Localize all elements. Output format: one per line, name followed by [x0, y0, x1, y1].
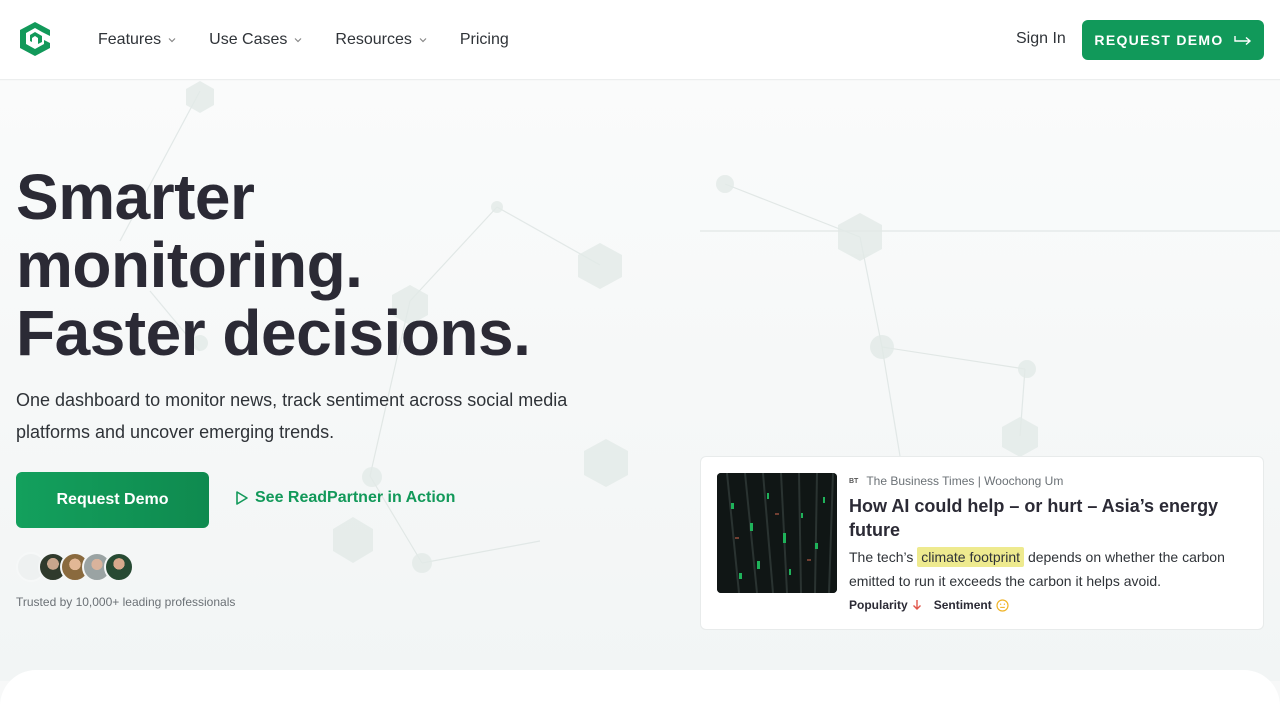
article-title[interactable]: How AI could help – or hurt – Asia’s ene…: [849, 494, 1239, 542]
readpartner-logo-icon[interactable]: [16, 20, 54, 58]
article-metrics: Popularity Sentiment: [849, 598, 1021, 612]
headline-line: Smarter: [16, 161, 255, 233]
neutral-face-icon: [996, 598, 1009, 612]
chevron-down-icon: [168, 38, 176, 43]
menu-item-use-cases[interactable]: Use Cases: [209, 31, 302, 49]
arrow-return-right-icon: [1233, 36, 1251, 45]
metric-label: Sentiment: [933, 598, 992, 612]
main-menu: Features Use Cases Resources Pricing: [98, 0, 542, 80]
play-icon: [236, 491, 248, 505]
customer-avatars: [16, 552, 146, 582]
avatar: [104, 552, 134, 582]
menu-item-features[interactable]: Features: [98, 31, 176, 49]
menu-item-resources[interactable]: Resources: [335, 31, 427, 49]
menu-item-label: Pricing: [459, 31, 509, 48]
menu-item-label: Resources: [335, 31, 412, 48]
chevron-down-icon: [294, 38, 302, 43]
see-in-action-link[interactable]: See ReadPartner in Action: [235, 489, 455, 507]
top-navigation: Features Use Cases Resources Pricing Sig…: [0, 0, 1280, 80]
request-demo-nav-button[interactable]: REQUEST DEMO: [1082, 20, 1264, 60]
source-text: The Business Times | Woochong Um: [866, 474, 1064, 488]
article-thumbnail: [717, 473, 837, 593]
hero-subtext: One dashboard to monitor news, track sen…: [16, 390, 568, 442]
highlighted-keyword: climate footprint: [917, 547, 1025, 567]
headline-line: Faster decisions.: [16, 297, 531, 369]
trusted-by-text: Trusted by 10,000+ leading professionals: [16, 595, 236, 609]
next-section-panel: [0, 670, 1280, 720]
article-description: The tech’s climate footprint depends on …: [849, 545, 1249, 593]
see-in-action-label: See ReadPartner in Action: [255, 489, 456, 506]
hero-headline: Smarter monitoring. Faster decisions.: [16, 163, 636, 367]
menu-item-label: Use Cases: [209, 31, 288, 48]
desc-text: The tech’s: [849, 549, 918, 565]
sentiment-metric: Sentiment: [934, 598, 1009, 612]
menu-item-label: Features: [98, 31, 162, 48]
metric-label: Popularity: [849, 598, 908, 612]
request-demo-nav-label: REQUEST DEMO: [1094, 32, 1224, 48]
request-demo-button[interactable]: Request Demo: [16, 472, 209, 528]
headline-line: monitoring.: [16, 229, 363, 301]
sign-in-link[interactable]: Sign In: [1016, 30, 1066, 48]
arrow-down-icon: [912, 600, 921, 610]
source-logo: BT: [849, 477, 859, 485]
article-source: BT The Business Times | Woochong Um: [849, 474, 1063, 488]
menu-item-pricing[interactable]: Pricing: [460, 31, 509, 49]
chevron-down-icon: [419, 38, 427, 43]
article-card[interactable]: BT The Business Times | Woochong Um How …: [700, 456, 1264, 630]
popularity-metric: Popularity: [849, 598, 922, 612]
